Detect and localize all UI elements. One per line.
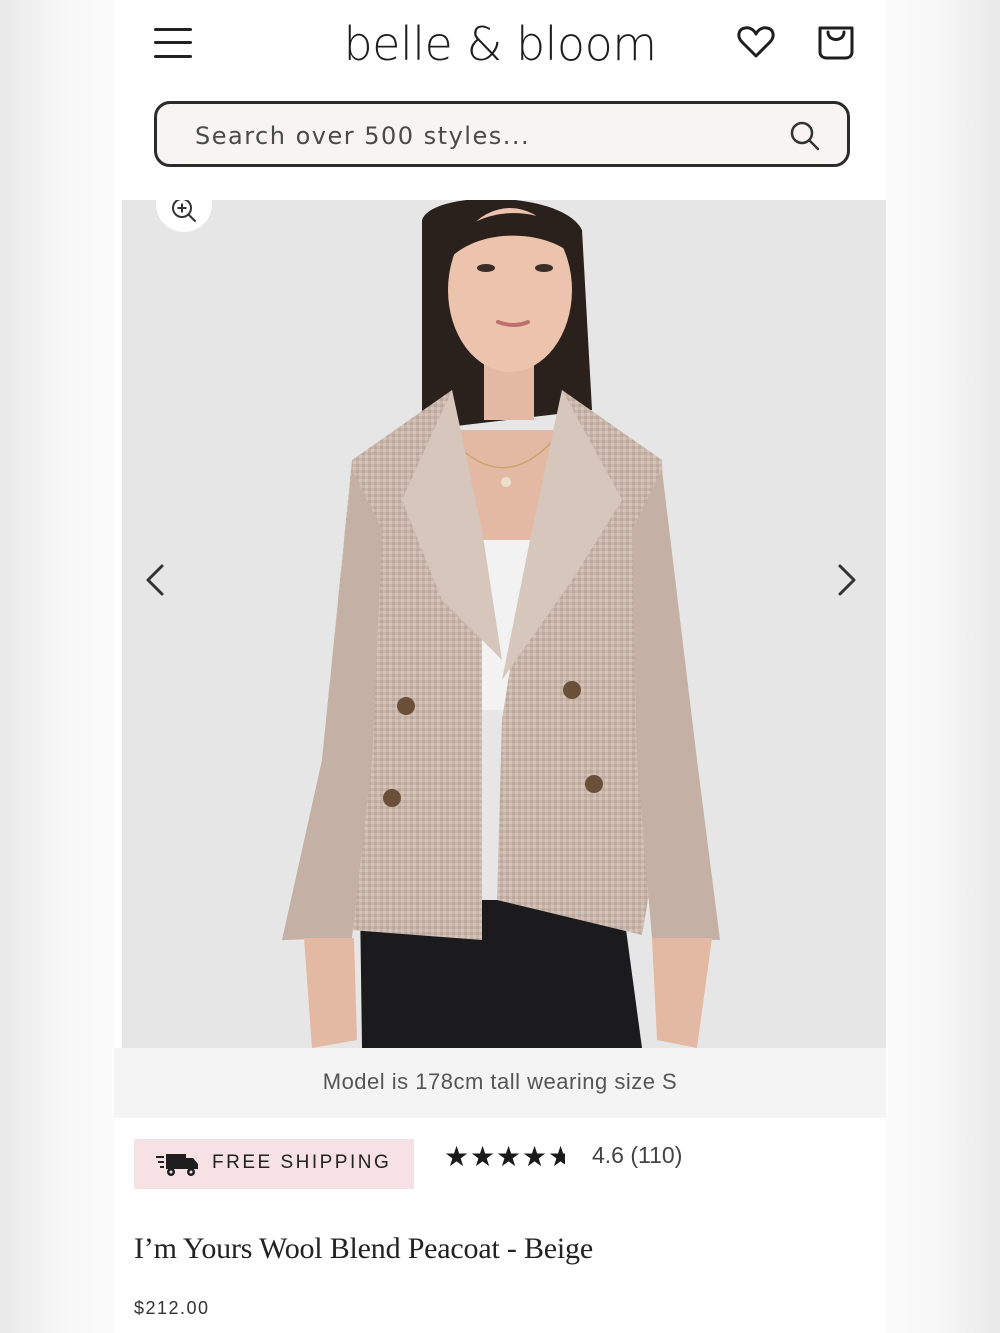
chevron-left-icon[interactable] [136,556,176,604]
rating-count[interactable]: 4.6 (110) [592,1142,682,1169]
product-price: $212.00 [134,1298,210,1318]
star-icon: ★ [522,1140,548,1173]
search-icon[interactable] [787,118,823,154]
product-page: belle & bloom Search over 500 styles... … [114,0,886,1333]
free-shipping-badge: FREE SHIPPING [134,1139,414,1189]
product-image-gallery[interactable] [122,200,886,1048]
caption-text: Model is 178cm tall wearing size S [322,1069,678,1094]
model-size-caption: Model is 178cm tall wearing size S [114,1048,886,1118]
truck-icon [156,1154,198,1176]
brand-logo[interactable]: belle & bloom [300,14,700,74]
product-title: I’m Yours Wool Blend Peacoat - Beige [134,1232,593,1265]
search-bar [154,101,850,167]
site-header: belle & bloom [114,0,886,92]
half-star-icon: ★ [548,1141,565,1173]
shopping-bag-icon[interactable] [812,18,860,66]
heart-icon[interactable] [732,18,780,66]
star-icon: ★ [470,1140,496,1173]
shipping-label: FREE SHIPPING [212,1152,392,1173]
search-input[interactable] [193,118,757,154]
star-icon: ★ [496,1140,522,1173]
star-icon: ★ [444,1140,470,1173]
product-photo [122,200,886,1048]
chevron-right-icon[interactable] [826,556,866,604]
hamburger-menu-icon[interactable] [152,22,196,62]
rating-stars[interactable]: ★ ★ ★ ★ ★ [444,1141,574,1173]
